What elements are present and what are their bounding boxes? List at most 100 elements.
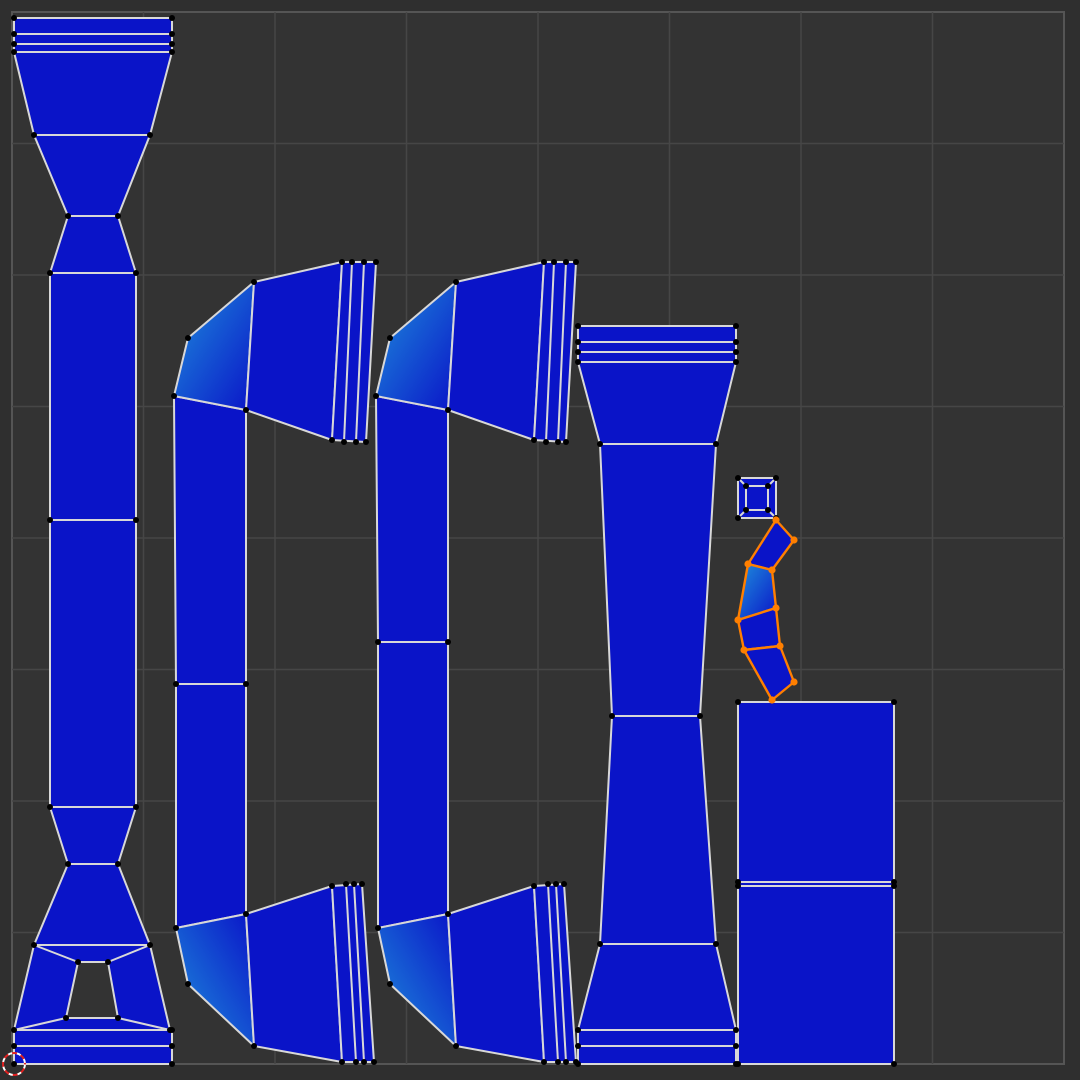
vertex-dot-icon[interactable] <box>445 911 451 917</box>
vertex-dot-icon[interactable] <box>453 1043 459 1049</box>
vertex-dot-icon[interactable] <box>361 259 367 265</box>
vertex-dot-icon[interactable] <box>541 1059 547 1065</box>
vertex-dot-icon[interactable] <box>343 881 349 887</box>
vertex-dot-icon[interactable] <box>359 881 365 887</box>
uv-face[interactable] <box>49 519 137 808</box>
vertex-dot-icon[interactable] <box>541 259 547 265</box>
vertex-dot-icon[interactable] <box>743 483 749 489</box>
vertex-dot-icon[interactable] <box>65 861 71 867</box>
vertex-dot-icon[interactable] <box>373 259 379 265</box>
vertex-dot-icon[interactable] <box>11 31 17 37</box>
vertex-dot-icon[interactable] <box>339 1059 345 1065</box>
vertex-dot-icon[interactable] <box>733 339 739 345</box>
vertex-dot-icon[interactable] <box>575 1061 581 1067</box>
vertex-dot-icon[interactable] <box>387 981 393 987</box>
uv-island-rectangle-block[interactable] <box>737 701 895 1065</box>
vertex-dot-icon[interactable] <box>185 335 191 341</box>
vertex-dot-icon[interactable] <box>63 1015 69 1021</box>
vertex-dot-icon[interactable] <box>371 1059 377 1065</box>
vertex-dot-icon[interactable] <box>597 941 603 947</box>
vertex-dot-icon[interactable] <box>445 639 451 645</box>
vertex-dot-icon[interactable] <box>251 279 257 285</box>
vertex-dot-icon[interactable] <box>765 483 771 489</box>
vertex-dot-icon[interactable] <box>361 1059 367 1065</box>
vertex-dot-icon[interactable] <box>133 517 139 523</box>
vertex-dot-icon[interactable] <box>115 861 121 867</box>
uv-face[interactable] <box>375 395 449 643</box>
vertex-dot-icon[interactable] <box>531 437 537 443</box>
vertex-dot-icon[interactable] <box>765 507 771 513</box>
uv-face[interactable] <box>377 641 449 929</box>
vertex-dot-icon[interactable] <box>545 881 551 887</box>
vertex-dot-icon[interactable] <box>75 959 81 965</box>
uv-face[interactable] <box>577 361 737 445</box>
vertex-dot-icon[interactable] <box>169 1027 175 1033</box>
vertex-dot-icon[interactable] <box>453 279 459 285</box>
vertex-dot-icon[interactable] <box>713 941 719 947</box>
vertex-dot-icon[interactable] <box>105 959 111 965</box>
vertex-dot-icon[interactable] <box>563 1059 569 1065</box>
vertex-dot-icon[interactable] <box>768 566 776 574</box>
vertex-dot-icon[interactable] <box>790 536 798 544</box>
uv-face[interactable] <box>737 701 895 883</box>
vertex-dot-icon[interactable] <box>147 132 153 138</box>
vertex-dot-icon[interactable] <box>563 259 569 265</box>
vertex-dot-icon[interactable] <box>733 349 739 355</box>
vertex-dot-icon[interactable] <box>555 1059 561 1065</box>
vertex-dot-icon[interactable] <box>47 804 53 810</box>
vertex-dot-icon[interactable] <box>575 339 581 345</box>
vertex-dot-icon[interactable] <box>772 604 780 612</box>
vertex-dot-icon[interactable] <box>743 507 749 513</box>
vertex-dot-icon[interactable] <box>573 259 579 265</box>
vertex-dot-icon[interactable] <box>169 31 175 37</box>
uv-editor-viewport[interactable] <box>0 0 1080 1080</box>
vertex-dot-icon[interactable] <box>115 1015 121 1021</box>
vertex-dot-icon[interactable] <box>171 393 177 399</box>
vertex-dot-icon[interactable] <box>575 359 581 365</box>
vertex-dot-icon[interactable] <box>65 213 71 219</box>
vertex-dot-icon[interactable] <box>341 439 347 445</box>
vertex-dot-icon[interactable] <box>735 475 741 481</box>
vertex-dot-icon[interactable] <box>609 713 615 719</box>
vertex-dot-icon[interactable] <box>353 1059 359 1065</box>
vertex-dot-icon[interactable] <box>173 681 179 687</box>
vertex-dot-icon[interactable] <box>575 1027 581 1033</box>
uv-face[interactable] <box>245 885 343 1063</box>
vertex-dot-icon[interactable] <box>555 439 561 445</box>
vertex-dot-icon[interactable] <box>169 1061 175 1067</box>
vertex-dot-icon[interactable] <box>776 642 784 650</box>
vertex-dot-icon[interactable] <box>735 1061 741 1067</box>
vertex-dot-icon[interactable] <box>891 1061 897 1067</box>
vertex-dot-icon[interactable] <box>735 883 741 889</box>
uv-face[interactable] <box>447 885 545 1063</box>
vertex-dot-icon[interactable] <box>243 407 249 413</box>
vertex-dot-icon[interactable] <box>31 132 37 138</box>
vertex-dot-icon[interactable] <box>339 259 345 265</box>
vertex-dot-icon[interactable] <box>363 439 369 445</box>
vertex-dot-icon[interactable] <box>733 1027 739 1033</box>
vertex-dot-icon[interactable] <box>733 1043 739 1049</box>
vertex-dot-icon[interactable] <box>251 1043 257 1049</box>
vertex-dot-icon[interactable] <box>772 516 780 524</box>
vertex-dot-icon[interactable] <box>553 881 559 887</box>
vertex-dot-icon[interactable] <box>351 881 357 887</box>
uv-canvas[interactable] <box>0 0 1080 1080</box>
vertex-dot-icon[interactable] <box>169 41 175 47</box>
vertex-dot-icon[interactable] <box>733 359 739 365</box>
vertex-dot-icon[interactable] <box>11 49 17 55</box>
vertex-dot-icon[interactable] <box>773 475 779 481</box>
vertex-dot-icon[interactable] <box>133 270 139 276</box>
vertex-dot-icon[interactable] <box>713 441 719 447</box>
uv-face[interactable] <box>245 261 343 441</box>
vertex-dot-icon[interactable] <box>11 41 17 47</box>
vertex-dot-icon[interactable] <box>47 270 53 276</box>
uv-face[interactable] <box>173 395 247 685</box>
vertex-dot-icon[interactable] <box>47 517 53 523</box>
vertex-dot-icon[interactable] <box>11 1043 17 1049</box>
vertex-dot-icon[interactable] <box>349 259 355 265</box>
uv-face[interactable] <box>599 443 717 717</box>
vertex-dot-icon[interactable] <box>891 699 897 705</box>
vertex-dot-icon[interactable] <box>734 616 742 624</box>
vertex-dot-icon[interactable] <box>375 925 381 931</box>
vertex-dot-icon[interactable] <box>543 439 549 445</box>
